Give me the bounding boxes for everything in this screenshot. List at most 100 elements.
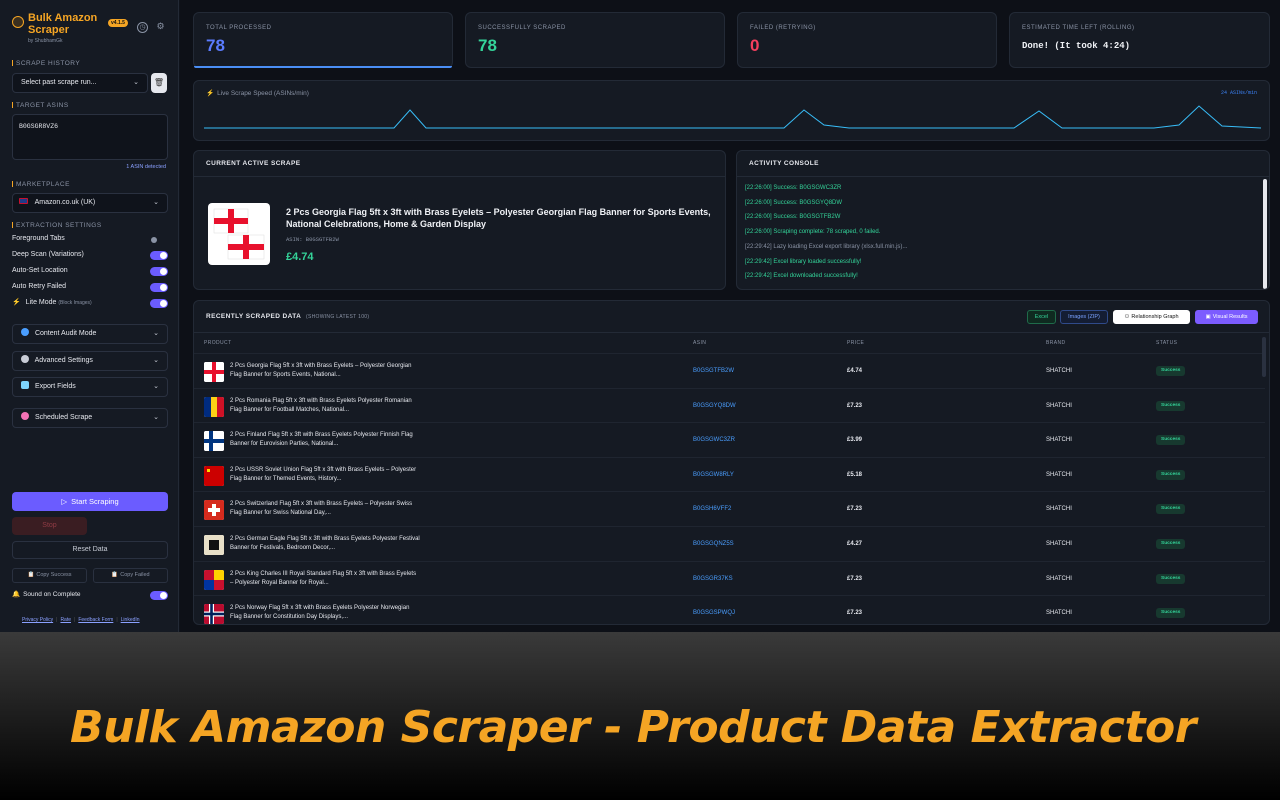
toggle-row-lite-mode: ⚡ Lite Mode (Block Images) (12, 297, 168, 309)
excel-export-button[interactable]: Excel (1027, 310, 1056, 324)
product-name: 2 Pcs Georgia Flag 5ft x 3ft with Brass … (230, 363, 412, 378)
table-scrollbar[interactable] (1262, 337, 1266, 377)
brand-cell: SHATCHI (1046, 575, 1072, 582)
asin-detected-count: 1 ASIN detected (126, 164, 166, 170)
asin-link[interactable]: B0GSH6VFF2 (693, 506, 731, 512)
banner-title: Bulk Amazon Scraper - Product Data Extra… (70, 702, 1196, 753)
marketplace-select[interactable]: Amazon.co.uk (UK) ⌄ (12, 193, 168, 213)
sound-toggle[interactable] (150, 591, 168, 600)
asin-link[interactable]: B0GSGWC3ZR (693, 437, 735, 443)
relationship-graph-button[interactable]: ⚇ Relationship Graph (1113, 310, 1190, 324)
status-badge: Success (1156, 400, 1186, 411)
status-badge: Success (1156, 435, 1186, 446)
price-cell: £4.74 (847, 368, 863, 374)
price-cell: £7.23 (847, 610, 863, 617)
product-name: 2 Pcs King Charles III Royal Standard Fl… (230, 570, 417, 586)
accordion-advanced-settings[interactable]: Advanced Settings ⌄ (12, 351, 168, 371)
version-badge: v4.1.5 (108, 19, 128, 27)
asin-link[interactable]: B0GSGR37KS (693, 576, 733, 582)
main-area: TOTAL PROCESSED 78 SUCCESSFULLY SCRAPED … (180, 0, 1280, 632)
toggle-label: Auto-Set Location (12, 267, 68, 274)
product-thumbnail (204, 569, 224, 590)
chevron-down-icon: ⌄ (153, 414, 159, 421)
lite-mode-toggle[interactable] (150, 299, 168, 308)
brand-cell: SHATCHI (1046, 610, 1072, 617)
asin-link[interactable]: B0GSGYQ8DW (693, 403, 736, 409)
table-row[interactable]: 2 Pcs Norway Flag 5ft x 3ft with Brass E… (194, 595, 1265, 624)
linkedin-link[interactable]: LinkedIn (121, 617, 140, 623)
accordion-label: Advanced Settings (34, 357, 93, 364)
georgia-flag-image (213, 208, 265, 260)
images-zip-button[interactable]: Images (ZIP) (1060, 310, 1108, 324)
asin-link[interactable]: B0GSGW8RLY (693, 472, 734, 478)
table-row[interactable]: 2 Pcs Finland Flag 5ft x 3ft with Brass … (194, 422, 1265, 457)
chevron-down-icon: ⌄ (153, 357, 159, 364)
product-name: 2 Pcs Romania Flag 5ft x 3ft with Brass … (230, 397, 412, 413)
stop-button[interactable]: Stop (12, 517, 87, 535)
history-clock-icon[interactable]: ◷ (137, 22, 148, 33)
price-cell: £3.99 (847, 437, 863, 444)
product-name: 2 Pcs Finland Flag 5ft x 3ft with Brass … (230, 432, 413, 448)
col-header-product: PRODUCT (204, 340, 232, 346)
asin-link[interactable]: B0GSGQNZ5S (693, 541, 734, 547)
visual-results-button[interactable]: ▣ Visual Results (1195, 310, 1258, 324)
table-row[interactable]: 2 Pcs King Charles III Royal Standard Fl… (194, 560, 1265, 596)
table-row[interactable]: 2 Pcs Switzerland Flag 5ft x 3ft with Br… (194, 491, 1265, 526)
asin-link[interactable]: B0GSGTFB2W (693, 368, 734, 374)
toggle-note: (Block Images) (58, 300, 92, 306)
auto-location-toggle[interactable] (150, 267, 168, 276)
console-scrollbar[interactable] (1263, 179, 1267, 289)
accordion-scheduled-scrape[interactable]: Scheduled Scrape ⌄ (12, 408, 168, 428)
table-row[interactable]: 2 Pcs Georgia Flag 5ft x 3ft with Brass … (194, 353, 1265, 388)
table-row[interactable]: 2 Pcs USSR Soviet Union Flag 5ft x 3ft w… (194, 456, 1265, 492)
active-product-price: £4.74 (286, 251, 314, 263)
delete-history-icon[interactable]: 🗑 (151, 73, 167, 93)
product-thumbnail (204, 465, 224, 486)
copy-success-label: Copy Success (36, 572, 72, 578)
deep-scan-toggle[interactable] (150, 251, 168, 260)
clipboard-icon: 📋 (27, 572, 35, 578)
start-scraping-button[interactable]: ▷ Start Scraping (12, 492, 168, 511)
play-icon: ▷ (61, 497, 68, 506)
copy-failed-label: Copy Failed (120, 572, 150, 578)
toggle-row-auto-retry: Auto Retry Failed (12, 281, 168, 293)
stat-value: 78 (478, 36, 497, 55)
product-name: 2 Pcs Switzerland Flag 5ft x 3ft with Br… (230, 501, 413, 517)
table-row[interactable]: 2 Pcs Romania Flag 5ft x 3ft with Brass … (194, 387, 1265, 423)
rate-link[interactable]: Rate (60, 617, 71, 623)
console-log: [22:26:00] Success: B0GSGWC3ZR [22:26:00… (745, 181, 1265, 284)
console-line: [22:29:42] Excel downloaded successfully… (745, 273, 858, 280)
recent-data-panel: RECENTLY SCRAPED DATA (SHOWING LATEST 10… (193, 300, 1270, 625)
stat-successfully-scraped: SUCCESSFULLY SCRAPED 78 (465, 12, 725, 68)
activity-console-panel: ACTIVITY CONSOLE [22:26:00] Success: B0G… (736, 150, 1270, 290)
feedback-link[interactable]: Feedback Form (78, 617, 113, 623)
copy-success-button[interactable]: 📋 Copy Success (12, 568, 87, 583)
reset-data-button[interactable]: Reset Data (12, 541, 168, 559)
col-header-status: STATUS (1156, 340, 1178, 346)
auto-retry-toggle[interactable] (150, 283, 168, 292)
extraction-settings-label: EXTRACTION SETTINGS (12, 222, 102, 229)
stat-label: TOTAL PROCESSED (206, 25, 272, 31)
magnifier-icon (21, 328, 29, 336)
stat-label: ESTIMATED TIME LEFT (ROLLING) (1022, 25, 1135, 31)
privacy-link[interactable]: Privacy Policy (22, 617, 53, 623)
chevron-down-icon: ⌄ (153, 330, 159, 337)
price-cell: £7.23 (847, 575, 863, 582)
product-thumbnail (204, 535, 224, 555)
target-asins-input[interactable]: B0GSGR8VZ6 (12, 114, 168, 160)
scrape-history-select[interactable]: Select past scrape run... ⌄ (12, 73, 148, 93)
accordion-content-audit[interactable]: Content Audit Mode ⌄ (12, 324, 168, 344)
sound-row: 🔔 Sound on Complete (12, 589, 168, 601)
alarm-clock-icon (21, 412, 29, 420)
stat-value: Done! (It took 4:24) (1022, 41, 1131, 51)
table-row[interactable]: 2 Pcs German Eagle Flag 5ft x 3ft with B… (194, 526, 1265, 561)
accordion-export-fields[interactable]: Export Fields ⌄ (12, 377, 168, 397)
chart-icon (21, 381, 29, 389)
stat-failed: FAILED (RETRYING) 0 (737, 12, 997, 68)
asin-link[interactable]: B0GSGSPWQJ (693, 610, 735, 616)
foreground-tabs-toggle[interactable] (150, 235, 168, 244)
console-line: [22:26:00] Success: B0GSGTFB2W (745, 214, 841, 221)
copy-failed-button[interactable]: 📋 Copy Failed (93, 568, 168, 583)
settings-gear-icon[interactable]: ⚙ (155, 22, 166, 33)
stat-value: 0 (750, 36, 760, 55)
